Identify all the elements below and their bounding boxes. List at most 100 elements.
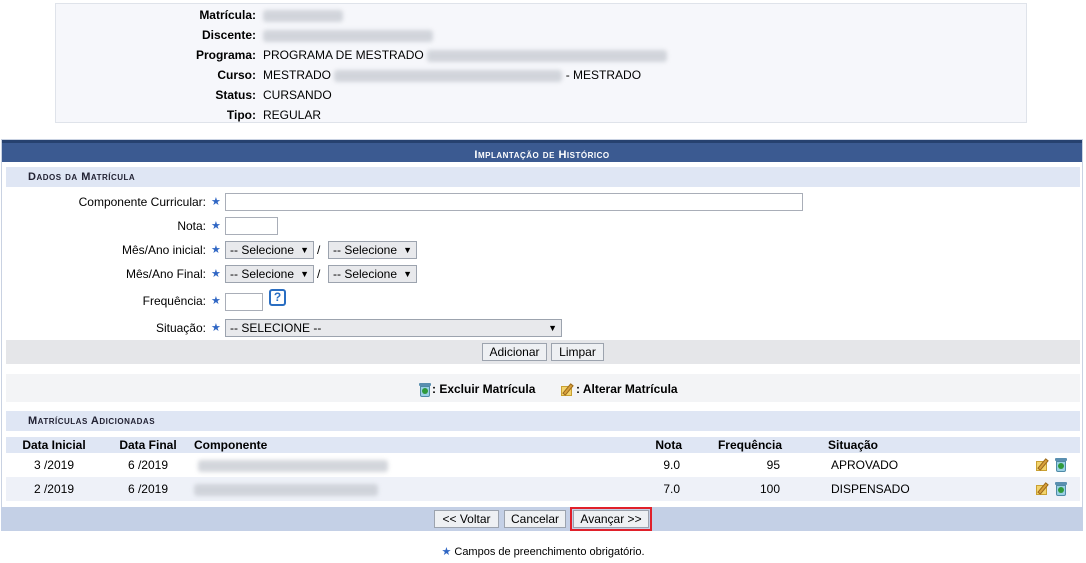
legend-alterar: : Alterar Matrícula: [560, 380, 678, 398]
nota-input[interactable]: [225, 217, 278, 235]
select-value: -- Selecione: [333, 267, 398, 281]
curso-suffix: - MESTRADO: [565, 68, 642, 82]
info-value: MESTRADO - MESTRADO: [263, 65, 641, 85]
cancelar-button[interactable]: Cancelar: [504, 510, 566, 528]
star-icon: ★: [211, 322, 221, 334]
cell-data-final: 6 /2019: [102, 453, 194, 477]
date-separator: /: [317, 267, 321, 281]
info-value: [263, 5, 343, 25]
programa-value: PROGRAMA DE MESTRADO: [263, 48, 424, 62]
componente-input[interactable]: [225, 193, 803, 211]
nota-label: Nota:: [177, 219, 206, 233]
header-data-final: Data Final: [102, 437, 194, 453]
star-icon: ★: [211, 268, 221, 280]
star-icon: ★: [441, 546, 452, 558]
info-label: Matrícula:: [199, 8, 256, 22]
section-dados-matricula: Dados da Matrícula: [6, 167, 1080, 187]
info-row-programa: Programa: PROGRAMA DE MESTRADO: [56, 45, 1026, 65]
trash-icon: [418, 382, 432, 398]
info-value: [263, 25, 433, 45]
select-value: -- Selecione: [230, 243, 295, 257]
cell-componente: [194, 453, 622, 477]
cell-nota: 9.0: [622, 453, 684, 477]
table-row: 3 /2019 6 /2019 9.0 95 APROVADO: [6, 453, 1080, 477]
redacted-text: [194, 483, 378, 496]
mes-inicial-select[interactable]: -- Selecione ▼: [225, 241, 314, 259]
avancar-button[interactable]: Avançar >>: [570, 507, 652, 531]
footnote-text: Campos de preenchimento obrigatório.: [454, 546, 645, 558]
info-label: Tipo:: [226, 108, 256, 122]
cell-situacao: DISPENSADO: [784, 477, 948, 501]
info-label: Curso:: [217, 68, 256, 82]
header-actions: [948, 437, 1080, 453]
field-nota: Nota: ★: [2, 215, 1082, 237]
redacted-text: [334, 69, 563, 82]
chevron-down-icon: ▼: [403, 269, 412, 279]
chevron-down-icon: ▼: [300, 245, 309, 255]
legend-excluir-label: : Excluir Matrícula: [432, 382, 536, 396]
cell-data-inicial: 3 /2019: [6, 453, 102, 477]
info-row-matricula: Matrícula:: [56, 5, 1026, 25]
star-icon: ★: [211, 295, 221, 307]
cell-actions: [948, 453, 1080, 477]
field-mes-inicial: Mês/Ano inicial: ★ -- Selecione ▼ / -- Se…: [2, 239, 1082, 261]
frequencia-label: Frequência:: [142, 294, 206, 308]
table-header-row: Data Inicial Data Final Componente Nota …: [6, 437, 1080, 453]
edit-pencil-icon: [560, 382, 576, 398]
edit-pencil-icon[interactable]: [1035, 481, 1051, 497]
redacted-text: [198, 459, 388, 472]
cell-data-final: 6 /2019: [102, 477, 194, 501]
header-frequencia: Frequência: [684, 437, 784, 453]
help-icon[interactable]: ?: [269, 289, 286, 306]
star-icon: ★: [211, 196, 221, 208]
implantacao-panel: Implantação de Histórico Dados da Matríc…: [1, 139, 1083, 530]
header-nota: Nota: [622, 437, 684, 453]
adicionar-button[interactable]: Adicionar: [482, 343, 547, 361]
redacted-text: [263, 29, 433, 42]
field-frequencia: Frequência: ★ ?: [2, 289, 1082, 312]
date-separator: /: [317, 243, 321, 257]
edit-pencil-icon[interactable]: [1035, 457, 1051, 473]
cell-frequencia: 100: [684, 477, 784, 501]
navigation-button-bar: << Voltar Cancelar Avançar >>: [1, 507, 1083, 531]
info-value: CURSANDO: [263, 88, 332, 102]
trash-icon[interactable]: [1054, 457, 1068, 473]
header-componente: Componente: [194, 437, 622, 453]
panel-title: Implantação de Histórico: [2, 140, 1082, 162]
mes-final-select[interactable]: -- Selecione ▼: [225, 265, 314, 283]
star-icon: ★: [211, 244, 221, 256]
required-fields-note: ★ Campos de preenchimento obrigatório.: [0, 545, 1086, 558]
legend-alterar-label: : Alterar Matrícula: [576, 382, 678, 396]
situacao-select[interactable]: -- SELECIONE -- ▼: [225, 319, 562, 337]
table-row: 2 /2019 6 /2019 7.0 100 DISPENSADO: [6, 477, 1080, 501]
ano-final-select[interactable]: -- Selecione ▼: [328, 265, 417, 283]
matriculas-table: Data Inicial Data Final Componente Nota …: [6, 437, 1080, 501]
cell-nota: 7.0: [622, 477, 684, 501]
select-value: -- SELECIONE --: [230, 321, 322, 335]
info-value: PROGRAMA DE MESTRADO: [263, 45, 668, 65]
limpar-button[interactable]: Limpar: [551, 343, 604, 361]
mes-inicial-label: Mês/Ano inicial:: [121, 243, 206, 257]
trash-icon[interactable]: [1054, 481, 1068, 497]
voltar-button[interactable]: << Voltar: [434, 510, 499, 528]
redacted-text: [263, 9, 343, 22]
info-label: Programa:: [195, 48, 256, 62]
field-situacao: Situação: ★ -- SELECIONE -- ▼: [2, 317, 1082, 339]
legend-excluir: : Excluir Matrícula: [418, 380, 535, 398]
field-mes-final: Mês/Ano Final: ★ -- Selecione ▼ / -- Sele…: [2, 263, 1082, 285]
header-data-inicial: Data Inicial: [6, 437, 102, 453]
frequencia-input[interactable]: [225, 293, 263, 311]
ano-inicial-select[interactable]: -- Selecione ▼: [328, 241, 417, 259]
info-label: Discente:: [201, 28, 256, 42]
actions-legend: : Excluir Matrícula : Alterar Matrícula: [6, 373, 1080, 402]
info-row-status: Status: CURSANDO: [56, 85, 1026, 105]
cell-situacao: APROVADO: [784, 453, 948, 477]
info-row-curso: Curso: MESTRADO - MESTRADO: [56, 65, 1026, 85]
mes-final-label: Mês/Ano Final:: [125, 267, 206, 281]
componente-label: Componente Curricular:: [78, 195, 206, 209]
info-label: Status:: [215, 88, 256, 102]
chevron-down-icon: ▼: [403, 245, 412, 255]
info-row-tipo: Tipo: REGULAR: [56, 105, 1026, 125]
chevron-down-icon: ▼: [548, 323, 557, 333]
select-value: -- Selecione: [230, 267, 295, 281]
